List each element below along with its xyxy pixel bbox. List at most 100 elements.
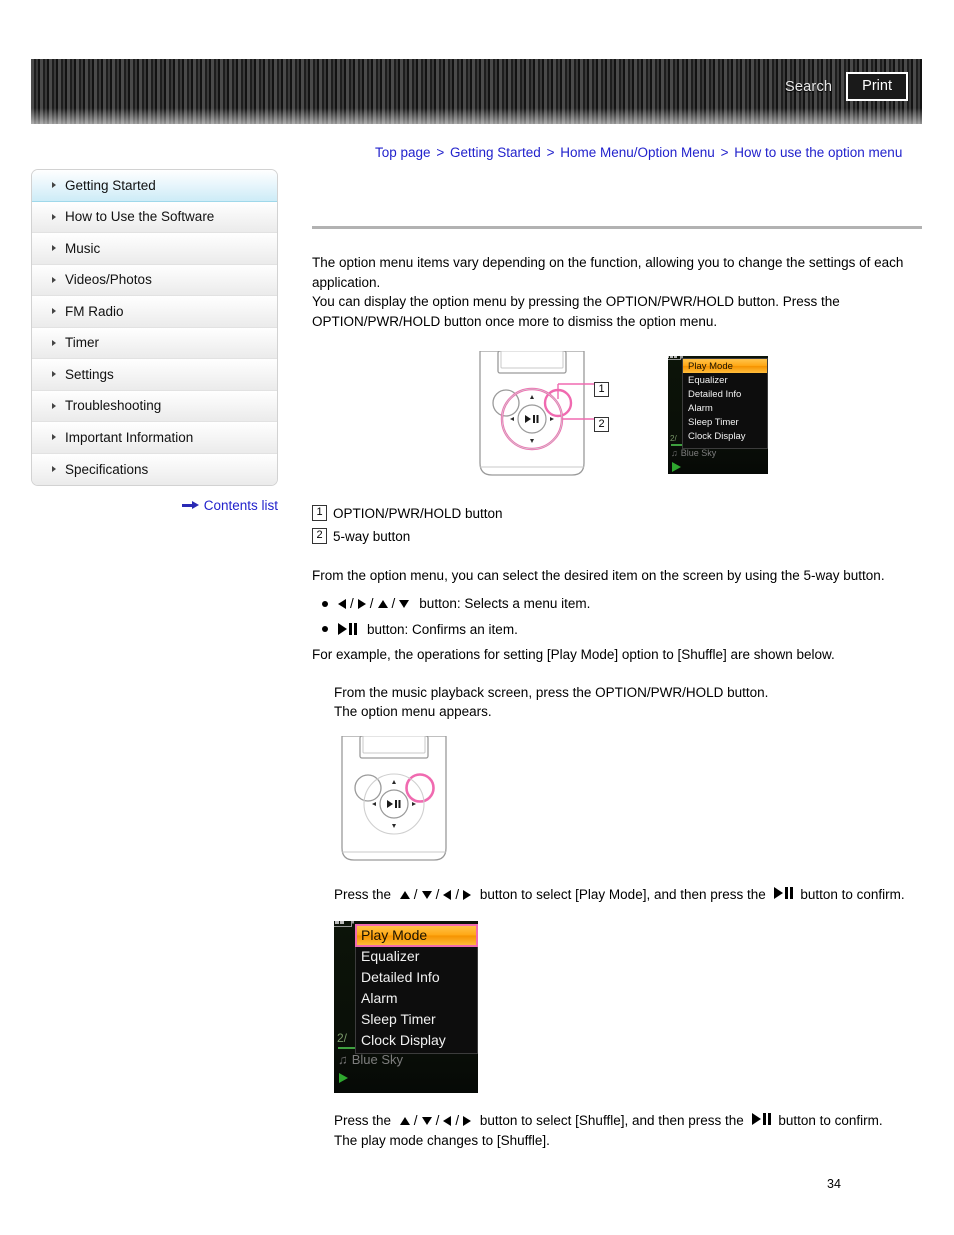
direction-glyph-group: / / /: [399, 1111, 472, 1131]
step-2-text: Press the / / / button to select [Play M…: [334, 885, 912, 905]
header-controls: Search Print: [785, 59, 908, 114]
sidebar-item-specifications[interactable]: Specifications: [32, 453, 277, 485]
breadcrumb-item-how-to-use-the-option-menu[interactable]: How to use the option menu: [734, 145, 902, 160]
direction-glyph-group: / / /: [338, 594, 410, 614]
five-way-intro: From the option menu, you can select the…: [312, 568, 885, 584]
option-menu-item-sleep-timer[interactable]: Sleep Timer: [683, 415, 767, 429]
contents-list-link[interactable]: Contents list: [204, 498, 278, 513]
triangle-bullet-icon: [52, 276, 56, 283]
option-menu-item-alarm[interactable]: Alarm: [683, 401, 767, 415]
play-pause-icon: [751, 1112, 771, 1125]
now-playing-title: Blue Sky: [680, 448, 717, 459]
arrow-left-icon: [338, 598, 346, 609]
print-button[interactable]: Print: [846, 71, 908, 102]
track-counter: 2/: [337, 1030, 348, 1045]
arrow-left-icon: [443, 889, 452, 900]
sidebar-item-how-to-use-the-software[interactable]: How to Use the Software: [32, 201, 277, 233]
example-line: For example, the operations for setting …: [312, 647, 835, 663]
triangle-bullet-icon: [52, 213, 56, 220]
sidebar-item-settings[interactable]: Settings: [32, 359, 277, 391]
play-pause-icon: [338, 623, 357, 636]
option-menu-item-clock-display[interactable]: Clock Display: [356, 1030, 477, 1051]
play-status-icon: [672, 462, 681, 473]
option-menu-item-sleep-timer[interactable]: Sleep Timer: [356, 1009, 477, 1030]
option-menu-item-detailed-info[interactable]: Detailed Info: [683, 387, 767, 401]
breadcrumb-separator: >: [546, 145, 555, 160]
sidebar-item-label: Videos/Photos: [65, 272, 152, 288]
play-pause-icon: [773, 886, 793, 899]
step-2-suffix: button to confirm.: [800, 886, 905, 902]
sidebar-item-important-information[interactable]: Important Information: [32, 422, 277, 454]
bullet-confirm-text: button: Confirms an item.: [367, 621, 518, 637]
player-device-svg-2: [341, 735, 447, 861]
player-device-svg-1: [479, 350, 594, 477]
step-3-text: Press the / / / button to select [Shuffl…: [334, 1111, 912, 1131]
sidebar-item-fm-radio[interactable]: FM Radio: [32, 296, 277, 328]
breadcrumb: Top page > Getting Started > Home Menu/O…: [375, 145, 923, 160]
main-content: The option menu items vary depending on …: [312, 226, 922, 1150]
triangle-bullet-icon: [52, 371, 56, 378]
callout-label-1: OPTION/PWR/HOLD button: [333, 505, 503, 521]
music-note-icon: ♫: [338, 1051, 348, 1067]
breadcrumb-item-top-page[interactable]: Top page: [375, 145, 431, 160]
option-menu-item-equalizer[interactable]: Equalizer: [356, 946, 477, 967]
arrow-down-icon: [421, 1116, 432, 1125]
track-counter: 2/: [670, 434, 677, 444]
sidebar-item-getting-started[interactable]: Getting Started: [32, 170, 277, 202]
sidebar-navigation: Getting Started How to Use the Software …: [31, 169, 278, 486]
arrow-up-icon: [399, 1116, 410, 1125]
triangle-bullet-icon: [52, 434, 56, 441]
option-menu-item-detailed-info[interactable]: Detailed Info: [356, 967, 477, 988]
arrow-left-icon: [443, 1115, 452, 1126]
breadcrumb-separator: >: [436, 145, 445, 160]
option-menu-item-equalizer[interactable]: Equalizer: [683, 373, 767, 387]
callout-legend-row-2: 2 5-way button: [312, 528, 922, 545]
triangle-bullet-icon: [52, 308, 56, 315]
arrow-right-icon: [463, 1115, 472, 1126]
option-menu-item-clock-display[interactable]: Clock Display: [683, 429, 767, 443]
arrow-up-icon: [399, 890, 410, 899]
sidebar-item-label: Settings: [65, 366, 114, 382]
arrow-right-icon: [463, 889, 472, 900]
option-menu-item-alarm[interactable]: Alarm: [356, 988, 477, 1009]
breadcrumb-item-getting-started[interactable]: Getting Started: [450, 145, 541, 160]
bullet-select-item: / / / button: Selects a menu item.: [312, 594, 922, 614]
step-3-prefix: Press the: [334, 1112, 392, 1128]
step-1-line-1: From the music playback screen, press th…: [334, 684, 769, 700]
sidebar-item-troubleshooting[interactable]: Troubleshooting: [32, 390, 277, 422]
sidebar-item-label: Getting Started: [65, 177, 156, 193]
page-number: 34: [827, 1177, 841, 1191]
play-status-icon: [339, 1072, 348, 1083]
triangle-bullet-icon: [52, 182, 56, 189]
arrow-right-icon: [357, 598, 366, 609]
bullet-confirm-item: button: Confirms an item.: [312, 620, 922, 640]
sidebar-item-videos-photos[interactable]: Videos/Photos: [32, 264, 277, 296]
option-menu-item-play-mode[interactable]: Play Mode: [683, 359, 767, 374]
callout-badge-2-legend: 2: [312, 528, 327, 545]
option-menu-item-play-mode[interactable]: Play Mode: [355, 923, 478, 947]
battery-icon: [668, 356, 681, 361]
arrow-right-icon: [181, 501, 199, 510]
search-button[interactable]: Search: [785, 79, 832, 95]
bullet-dot-icon: [322, 626, 328, 633]
intro-paragraph-2: You can display the option menu by press…: [312, 294, 840, 329]
bullet-select-text: button: Selects a menu item.: [419, 595, 591, 611]
now-playing-title: Blue Sky: [351, 1051, 404, 1067]
sidebar-item-timer[interactable]: Timer: [32, 327, 277, 359]
player-device-illustration-2: [334, 735, 922, 867]
header-banner: Search Print: [31, 59, 922, 124]
sidebar-item-music[interactable]: Music: [32, 233, 277, 265]
sidebar-item-label: Important Information: [65, 429, 194, 445]
step-2-block: Press the / / / button to select [Play M…: [334, 885, 922, 1093]
callout-badge-1-legend: 1: [312, 505, 327, 522]
option-menu-screen-large: 2/ ♫ Blue Sky Play Mode Equalizer Detail…: [334, 920, 478, 1093]
breadcrumb-item-home-menu-option-menu[interactable]: Home Menu/Option Menu: [560, 145, 715, 160]
step-2-prefix: Press the: [334, 886, 392, 902]
sidebar-item-label: FM Radio: [65, 303, 124, 319]
battery-icon: [334, 920, 352, 927]
breadcrumb-separator: >: [720, 145, 729, 160]
triangle-bullet-icon: [52, 339, 56, 346]
player-device-illustration-1: 1 2: [470, 350, 660, 484]
step-3-result: The play mode changes to [Shuffle].: [334, 1132, 550, 1148]
callout-legend-row-1: 1 OPTION/PWR/HOLD button: [312, 505, 922, 522]
